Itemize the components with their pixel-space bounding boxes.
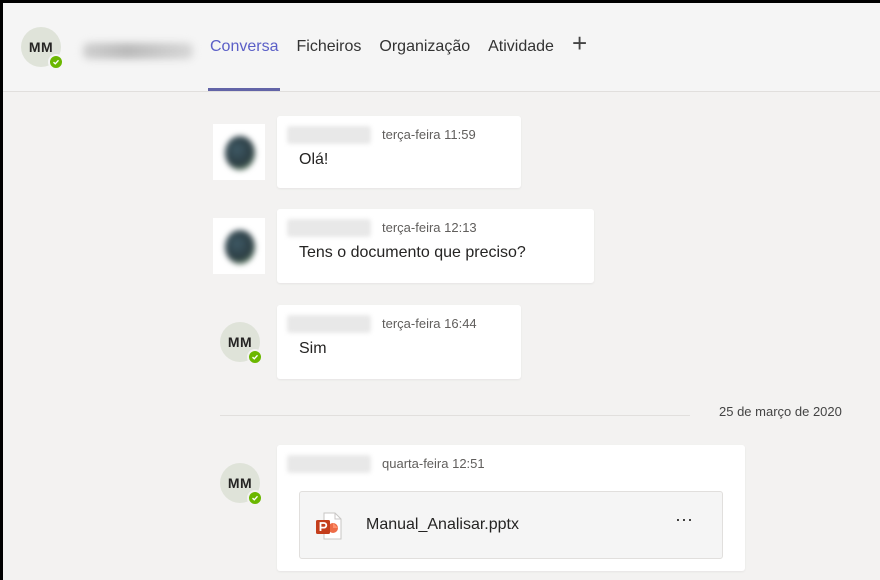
available-status-icon xyxy=(48,54,64,70)
file-attachment-card[interactable]: Manual_Analisar.pptx ··· xyxy=(299,491,723,559)
contact-avatar[interactable]: MM xyxy=(21,27,64,70)
message-text: Olá! xyxy=(299,151,329,168)
avatar-initials: MM xyxy=(227,334,253,350)
tab-atividade[interactable]: Atividade xyxy=(486,3,556,91)
tab-label: Conversa xyxy=(210,38,279,55)
powerpoint-file-icon xyxy=(316,512,342,540)
message-bubble[interactable]: terça-feira 16:44 Sim xyxy=(277,305,521,379)
chat-window: MM Conversa Ficheiros Organização Ativid… xyxy=(3,3,880,580)
more-options-button[interactable]: ··· xyxy=(672,510,696,534)
message-text: Sim xyxy=(299,340,327,357)
tab-label: Atividade xyxy=(488,38,554,55)
sender-photo-avatar[interactable] xyxy=(213,124,265,180)
sender-name-redacted xyxy=(287,455,371,473)
tab-conversa[interactable]: Conversa xyxy=(208,3,281,91)
avatar-photo xyxy=(225,136,255,170)
sender-avatar[interactable]: MM xyxy=(220,322,263,365)
message-timestamp: terça-feira 11:59 xyxy=(382,127,476,142)
plus-icon: + xyxy=(571,27,588,58)
file-name[interactable]: Manual_Analisar.pptx xyxy=(366,516,519,534)
contact-name-redacted xyxy=(83,43,193,59)
avatar-photo xyxy=(225,230,255,264)
message-timestamp: terça-feira 12:13 xyxy=(382,220,477,235)
date-divider-label: 25 de março de 2020 xyxy=(719,404,842,419)
message-bubble[interactable]: quarta-feira 12:51 Manual_Analisar.pptx … xyxy=(277,445,745,571)
message-timestamp: quarta-feira 12:51 xyxy=(382,456,485,471)
available-status-icon xyxy=(247,349,263,365)
sender-name-redacted xyxy=(287,315,371,333)
avatar-initials: MM xyxy=(28,39,54,55)
available-status-icon xyxy=(247,490,263,506)
message-text: Tens o documento que preciso? xyxy=(299,244,526,261)
sender-name-redacted xyxy=(287,219,371,237)
sender-name-redacted xyxy=(287,126,371,144)
avatar-initials: MM xyxy=(227,475,253,491)
date-divider-line xyxy=(220,415,690,416)
tab-ficheiros[interactable]: Ficheiros xyxy=(294,3,363,91)
tab-bar: Conversa Ficheiros Organização Atividade… xyxy=(208,3,603,91)
message-bubble[interactable]: terça-feira 12:13 Tens o documento que p… xyxy=(277,209,594,283)
tab-organizacao[interactable]: Organização xyxy=(377,3,472,91)
tab-label: Organização xyxy=(379,38,471,55)
sender-avatar[interactable]: MM xyxy=(220,463,263,506)
sender-photo-avatar[interactable] xyxy=(213,218,265,274)
add-tab-button[interactable]: + xyxy=(570,3,589,87)
chat-header: MM Conversa Ficheiros Organização Ativid… xyxy=(3,3,880,92)
message-timestamp: terça-feira 16:44 xyxy=(382,316,477,331)
message-bubble[interactable]: terça-feira 11:59 Olá! xyxy=(277,116,521,188)
tab-label: Ficheiros xyxy=(296,38,362,55)
